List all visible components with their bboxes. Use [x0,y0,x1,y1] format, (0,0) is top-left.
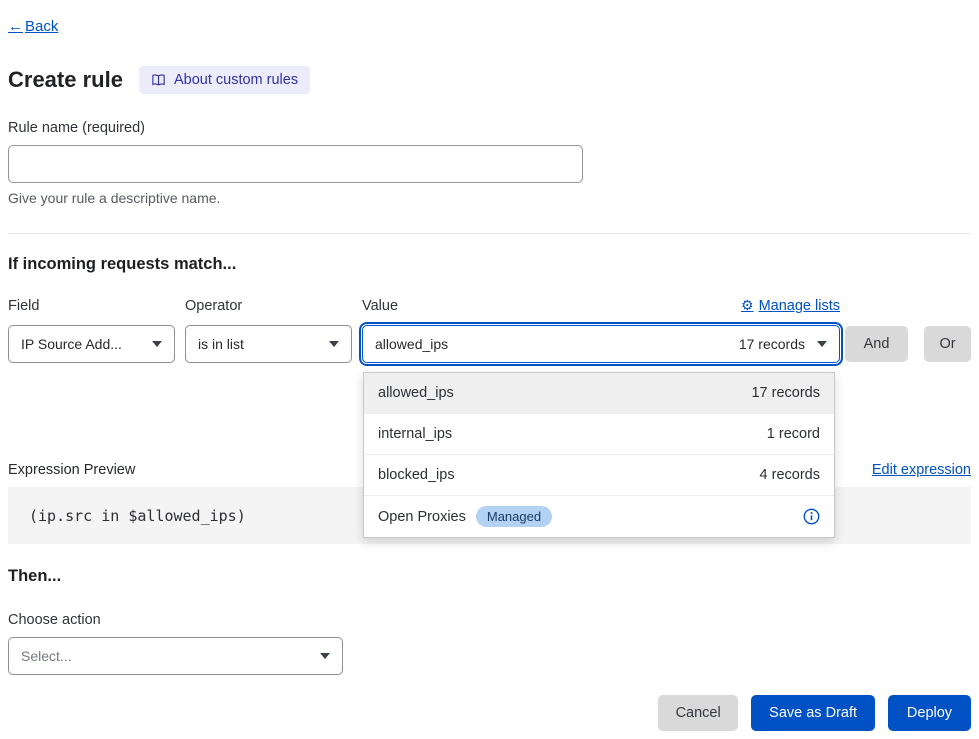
about-custom-rules-link[interactable]: About custom rules [139,66,310,94]
operator-select[interactable]: is in list [185,325,352,363]
match-section-heading: If incoming requests match... [8,255,971,274]
title-row: Create rule About custom rules [8,66,971,94]
expression-code-text: (ip.src in $allowed_ips) [29,507,246,525]
chevron-down-icon [329,341,339,347]
expression-preview-label: Expression Preview [8,462,135,478]
list-option-blocked-ips[interactable]: blocked_ips 4 records [364,455,834,496]
deploy-button[interactable]: Deploy [888,695,971,731]
chevron-down-icon [817,341,827,347]
back-arrow-icon: ← [8,18,23,35]
about-custom-rules-label: About custom rules [174,72,298,88]
edit-expression-link[interactable]: Edit expression [872,462,971,478]
value-select-count: 17 records [739,336,805,352]
list-option-internal-ips[interactable]: internal_ips 1 record [364,414,834,455]
section-divider [8,233,971,234]
rule-name-label: Rule name (required) [8,120,971,136]
list-dropdown-menu: allowed_ips 17 records internal_ips 1 re… [363,372,835,538]
value-select-wrap: allowed_ips 17 records allowed_ips 17 re… [362,325,840,363]
list-option-name: Open Proxies [378,509,466,525]
then-section-heading: Then... [8,567,971,586]
match-controls-row: IP Source Add... is in list allowed_ips … [8,325,971,363]
action-select-placeholder: Select... [21,648,308,664]
operator-select-value: is in list [198,336,317,352]
or-button[interactable]: Or [924,326,971,362]
list-option-count: 1 record [767,426,820,442]
choose-action-label: Choose action [8,612,971,628]
footer-actions: Cancel Save as Draft Deploy [8,695,971,731]
chevron-down-icon [320,653,330,659]
rule-name-helper: Give your rule a descriptive name. [8,190,971,206]
page-title: Create rule [8,67,123,93]
action-select[interactable]: Select... [8,637,343,675]
info-icon[interactable] [803,508,820,525]
list-option-allowed-ips[interactable]: allowed_ips 17 records [364,373,834,414]
manage-lists-link[interactable]: ⚙ Manage lists [741,297,840,314]
match-labels-row: Field Operator Value ⚙ Manage lists [8,297,971,314]
list-option-open-proxies[interactable]: Open Proxies Managed [364,496,834,537]
and-button[interactable]: And [845,326,908,362]
field-label: Field [8,298,185,314]
manage-lists-label: Manage lists [759,298,840,314]
list-option-name: internal_ips [378,426,452,442]
value-select[interactable]: allowed_ips 17 records [362,325,840,363]
save-as-draft-button[interactable]: Save as Draft [751,695,875,731]
list-option-count: 17 records [751,385,820,401]
create-rule-page: ←Back Create rule About custom rules Rul… [0,0,979,731]
chevron-down-icon [152,341,162,347]
book-icon [151,73,166,88]
field-select[interactable]: IP Source Add... [8,325,175,363]
list-option-count: 4 records [760,467,820,483]
cancel-button[interactable]: Cancel [658,695,738,731]
list-option-name: blocked_ips [378,467,455,483]
back-link-label: Back [25,18,58,35]
list-option-name: allowed_ips [378,385,454,401]
managed-badge: Managed [476,506,552,528]
operator-label: Operator [185,298,362,314]
back-link[interactable]: ←Back [8,18,58,35]
value-select-name: allowed_ips [375,336,739,352]
gear-icon: ⚙ [741,297,754,314]
value-label: Value [362,298,398,314]
field-select-value: IP Source Add... [21,336,140,352]
rule-name-input[interactable] [8,145,583,183]
